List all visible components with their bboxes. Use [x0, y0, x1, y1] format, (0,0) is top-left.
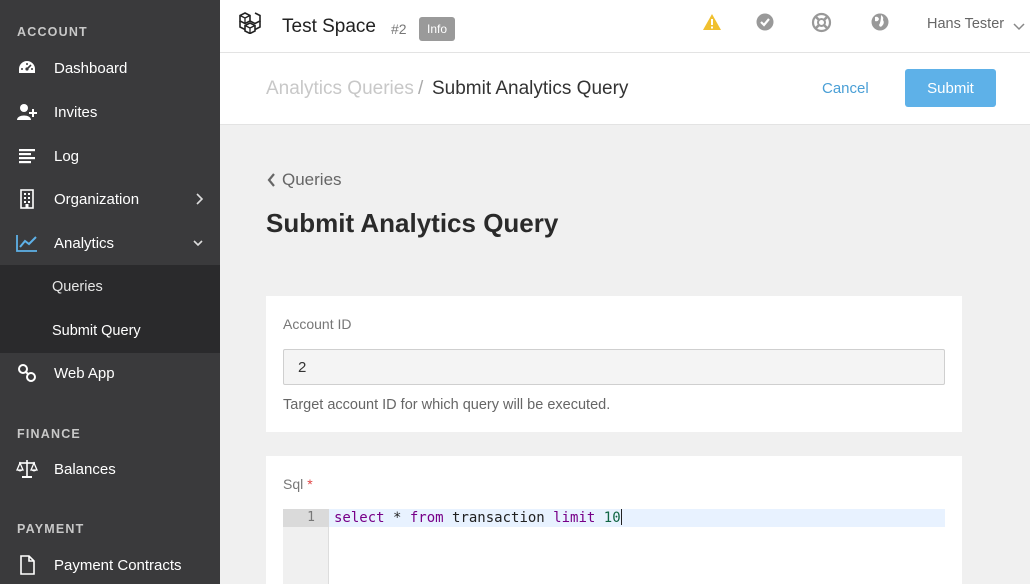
list-icon — [0, 148, 54, 164]
code-keyword: select — [334, 510, 385, 526]
chevron-down-icon — [192, 236, 204, 255]
globe-icon[interactable] — [870, 12, 890, 37]
cubes-icon — [237, 12, 263, 39]
sql-editor[interactable]: 1 select * from transaction limit 10 — [283, 509, 945, 584]
text-cursor — [620, 509, 622, 525]
account-id-label: Account ID — [283, 316, 352, 332]
sidebar-item-queries[interactable]: Queries — [0, 265, 220, 309]
sidebar-item-organization[interactable]: Organization — [0, 179, 220, 219]
add-user-icon — [0, 103, 54, 121]
sidebar-item-log[interactable]: Log — [0, 136, 220, 176]
page-title: Submit Analytics Query — [266, 208, 559, 238]
link-icon — [0, 363, 54, 383]
sidebar-item-balances[interactable]: Balances — [0, 449, 220, 489]
section-title-account: ACCOUNT — [17, 25, 88, 39]
required-mark: * — [307, 476, 313, 492]
scale-icon — [0, 459, 54, 479]
sidebar-item-label: Dashboard — [54, 59, 128, 77]
account-id-input[interactable] — [283, 349, 945, 385]
sidebar-item-web-app[interactable]: Web App — [0, 353, 220, 393]
sidebar-item-label: Analytics — [54, 234, 115, 252]
info-badge[interactable]: Info — [419, 17, 456, 41]
code-text: * — [384, 510, 410, 526]
sql-label: Sql * — [283, 476, 313, 492]
line-chart-icon — [0, 234, 54, 252]
back-link[interactable]: Queries — [266, 170, 342, 190]
sidebar-item-label: Balances — [54, 460, 116, 478]
sidebar-item-label: Invites — [54, 103, 98, 121]
code-number: 10 — [603, 510, 621, 526]
check-circle-icon[interactable] — [755, 12, 775, 37]
space-name: Test Space — [282, 16, 376, 37]
section-title-payment: PAYMENT — [17, 522, 85, 536]
sql-card: Sql * 1 select * from transaction limit 1… — [266, 456, 962, 584]
line-number: 1 — [307, 510, 315, 525]
breadcrumb-current: Submit Analytics Query — [432, 78, 629, 99]
sql-label-text: Sql — [283, 476, 304, 492]
sidebar-item-label: Web App — [54, 364, 115, 382]
cancel-button[interactable]: Cancel — [822, 80, 869, 97]
page-header: Analytics Queries / Submit Analytics Que… — [220, 53, 1030, 125]
sidebar-item-label: Log — [54, 147, 80, 165]
sidebar-item-label: Organization — [54, 190, 140, 208]
code-text: transaction — [443, 510, 554, 526]
sidebar-item-dashboard[interactable]: Dashboard — [0, 48, 220, 88]
code-keyword: from — [409, 510, 444, 526]
sidebar-item-invites[interactable]: Invites — [0, 92, 220, 132]
account-id-help: Target account ID for which query will b… — [283, 397, 611, 413]
space-number: #2 — [391, 21, 407, 37]
user-menu[interactable]: Hans Tester — [927, 16, 1004, 32]
submit-button[interactable]: Submit — [905, 69, 996, 107]
code-line[interactable]: select * from transaction limit 10 — [329, 509, 945, 527]
sidebar-item-analytics[interactable]: Analytics — [0, 223, 220, 263]
chevron-right-icon — [194, 192, 204, 211]
top-header: Test Space #2 Info Hans Tester — [220, 0, 1030, 53]
breadcrumb-parent[interactable]: Analytics Queries — [266, 78, 414, 100]
code-keyword: limit — [553, 510, 596, 526]
breadcrumb-separator: / — [418, 78, 424, 99]
back-link-label: Queries — [282, 170, 342, 189]
sidebar-item-payment-contracts[interactable]: Payment Contracts — [0, 545, 220, 584]
account-id-card: Account ID Target account ID for which q… — [266, 296, 962, 432]
editor-gutter: 1 — [283, 509, 329, 584]
document-icon — [0, 555, 54, 575]
dashboard-icon — [0, 59, 54, 77]
analytics-subnav: Queries Submit Query — [0, 265, 220, 353]
sidebar-item-submit-query[interactable]: Submit Query — [0, 309, 220, 353]
building-icon — [0, 189, 54, 209]
support-icon[interactable] — [811, 12, 832, 38]
gutter-active-line: 1 — [283, 509, 329, 527]
sidebar: ACCOUNT Dashboard Invites Log Organizati… — [0, 0, 220, 584]
section-title-finance: FINANCE — [17, 427, 81, 441]
chevron-down-icon[interactable] — [1013, 19, 1025, 37]
warning-icon[interactable] — [702, 12, 722, 37]
chevron-left-icon — [267, 173, 275, 187]
sidebar-item-label: Payment Contracts — [54, 556, 182, 574]
